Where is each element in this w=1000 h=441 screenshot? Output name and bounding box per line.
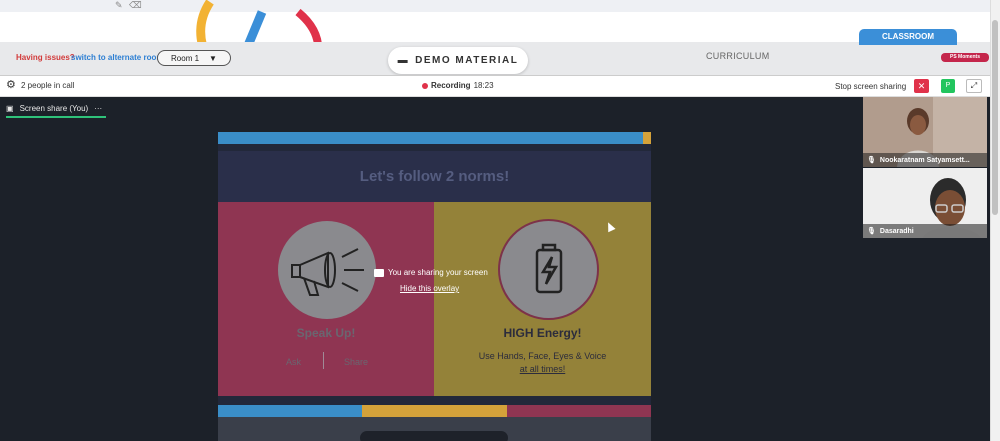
slide-bottom-band-blue — [218, 405, 362, 417]
divider — [323, 352, 324, 369]
megaphone-icon — [278, 221, 376, 319]
pencil-icon[interactable]: ✎ — [115, 0, 123, 11]
demo-material-label: DEMO MATERIAL — [415, 55, 519, 66]
demo-material-button[interactable]: ▬ DEMO MATERIAL — [388, 47, 528, 74]
slide-bottom-band-yellow — [362, 405, 507, 417]
room-select[interactable]: Room 1 ▼ — [157, 50, 231, 66]
slide-bottom-pill — [360, 431, 508, 441]
mic-icon: 🎙 — [867, 157, 876, 164]
recording-time: 18:23 — [473, 81, 494, 90]
classroom-tab[interactable]: CLASSROOM — [859, 29, 957, 45]
speak-up-heading: Speak Up! — [296, 326, 356, 340]
recording-label: Recording — [431, 81, 471, 90]
scrollbar-thumb[interactable] — [992, 20, 998, 215]
screen-icon: ▣ — [6, 103, 14, 113]
share-label: Share — [344, 357, 369, 367]
recording-indicator: Recording 18:23 — [422, 81, 494, 90]
top-strip — [0, 0, 990, 12]
participant-name: Nookaratnam Satyamsett... — [879, 156, 970, 164]
room-select-value: Room 1 — [171, 53, 200, 63]
slide-title: Let's follow 2 norms! — [218, 151, 651, 202]
stop-share-close-button[interactable]: ✕ — [914, 79, 929, 93]
participant-name-bar: 🎙 Dasaradhi — [863, 224, 987, 238]
sharing-overlay: You are sharing your screen — [374, 268, 488, 277]
curriculum-tab[interactable]: CURRICULUM — [706, 51, 770, 61]
sharing-overlay-text: You are sharing your screen — [388, 268, 488, 277]
ps-moments-badge[interactable]: PS Moments — [941, 53, 989, 62]
slide-top-band-accent — [643, 132, 651, 144]
hide-overlay-link[interactable]: Hide this overlay — [400, 284, 459, 293]
participant-tile[interactable]: 🎙 Nookaratnam Satyamsett... — [863, 97, 987, 167]
mic-icon: 🎙 — [867, 228, 876, 235]
screen-share-tab-label: Screen share (You) — [19, 103, 89, 113]
tab-screen-share[interactable]: ▣ Screen share (You) ··· — [6, 100, 107, 118]
people-in-call: 2 people in call — [21, 81, 75, 90]
eraser-icon[interactable]: ⌫ — [129, 0, 142, 11]
gear-icon[interactable]: ⚙ — [6, 80, 16, 91]
share-screen-icon — [374, 268, 384, 277]
slide-top-band — [218, 132, 643, 144]
ask-label: Ask — [286, 357, 302, 367]
record-dot-icon — [422, 82, 428, 89]
participant-name: Dasaradhi — [879, 227, 914, 235]
folder-icon: ▬ — [397, 55, 410, 66]
slide-bottom-band-red — [507, 405, 651, 417]
stop-screen-sharing-label: Stop screen sharing — [835, 82, 907, 91]
participant-name-bar: 🎙 Nookaratnam Satyamsett... — [863, 153, 987, 167]
expand-icon[interactable]: ⤢ — [966, 79, 982, 93]
header-area — [0, 12, 990, 42]
participant-tile[interactable]: 🎙 Dasaradhi — [863, 168, 987, 238]
having-issues-text: Having issues? — [16, 53, 75, 62]
battery-icon — [498, 219, 599, 320]
participant-avatar-button[interactable]: P — [941, 79, 955, 93]
more-options-icon[interactable]: ··· — [94, 104, 102, 113]
switch-room-link[interactable]: switch to alternate room — [71, 53, 163, 62]
at-all-times-text: at all times! — [519, 364, 566, 374]
use-hands-text: Use Hands, Face, Eyes & Voice — [478, 351, 607, 361]
high-energy-heading: HIGH Energy! — [503, 326, 582, 340]
caret-down-icon: ▼ — [209, 53, 217, 63]
